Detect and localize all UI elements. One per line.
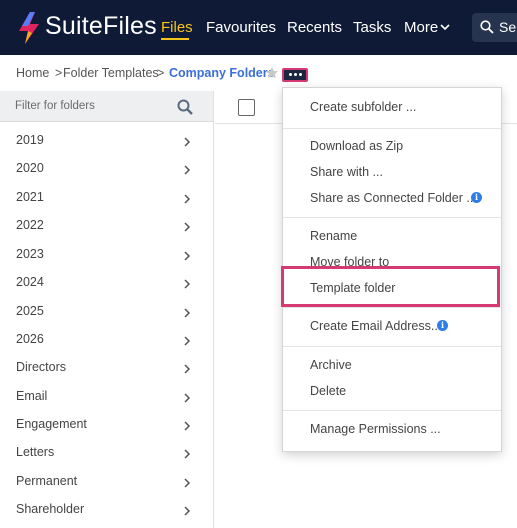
folder-label: 2026 bbox=[16, 332, 44, 346]
menu-item-share-connected-folder[interactable]: Share as Connected Folder ... bbox=[310, 191, 477, 205]
nav-files[interactable]: Files bbox=[161, 19, 193, 36]
sidebar-folder-item[interactable]: 2022 bbox=[0, 215, 213, 243]
menu-item-create-email-address[interactable]: Create Email Address... bbox=[310, 319, 441, 333]
menu-divider bbox=[283, 217, 501, 218]
info-icon[interactable]: i bbox=[471, 192, 482, 203]
folder-label: 2025 bbox=[16, 304, 44, 318]
menu-item-archive[interactable]: Archive bbox=[310, 358, 352, 372]
breadcrumb-home[interactable]: Home bbox=[16, 66, 49, 80]
menu-divider bbox=[283, 307, 501, 308]
folder-label: Permanent bbox=[16, 474, 78, 488]
folder-label: 2023 bbox=[16, 247, 44, 261]
chevron-right-icon bbox=[184, 137, 191, 147]
sidebar-folder-item[interactable]: 2025 bbox=[0, 301, 213, 329]
chevron-right-icon bbox=[184, 506, 191, 516]
menu-divider bbox=[283, 346, 501, 347]
breadcrumb-separator: > bbox=[55, 66, 63, 80]
folder-label: Directors bbox=[16, 360, 67, 374]
folder-label: 2019 bbox=[16, 133, 44, 147]
chevron-right-icon bbox=[184, 364, 191, 374]
chevron-right-icon bbox=[184, 194, 191, 204]
sidebar-folder-item[interactable]: Letters bbox=[0, 442, 213, 470]
folder-label: 2020 bbox=[16, 161, 44, 175]
folder-filter-placeholder: Filter for folders bbox=[15, 100, 95, 112]
sidebar-folder-item[interactable]: 2026 bbox=[0, 329, 213, 357]
template-folder-highlight bbox=[281, 266, 500, 307]
ellipsis-icon bbox=[299, 73, 302, 76]
folder-actions-button[interactable] bbox=[282, 68, 308, 82]
menu-item-rename[interactable]: Rename bbox=[310, 229, 357, 243]
sidebar-folder-item[interactable]: 2019 bbox=[0, 130, 213, 158]
folder-label: 2022 bbox=[16, 218, 44, 232]
search-label: Se bbox=[499, 19, 517, 35]
chevron-right-icon bbox=[184, 336, 191, 346]
menu-divider bbox=[283, 128, 501, 129]
sidebar-folder-item[interactable]: 2020 bbox=[0, 158, 213, 186]
sidebar-folder-item[interactable]: Engagement bbox=[0, 414, 213, 442]
sidebar-folder-item[interactable]: 2021 bbox=[0, 187, 213, 215]
chevron-right-icon bbox=[184, 421, 191, 431]
info-icon[interactable]: i bbox=[437, 320, 448, 331]
chevron-right-icon bbox=[184, 165, 191, 175]
folder-label: 2024 bbox=[16, 275, 44, 289]
folder-label: Letters bbox=[16, 445, 55, 459]
ellipsis-icon bbox=[294, 73, 297, 76]
folder-filter-input[interactable]: Filter for folders bbox=[0, 91, 213, 122]
select-all-checkbox[interactable] bbox=[238, 99, 255, 116]
folder-label: Engagement bbox=[16, 417, 87, 431]
brand-name[interactable]: SuiteFiles bbox=[45, 12, 157, 41]
breadcrumb-current-folder[interactable]: Company Folders bbox=[169, 66, 275, 80]
nav-more[interactable]: More bbox=[404, 19, 438, 36]
sidebar-folder-item[interactable]: Permanent bbox=[0, 471, 213, 499]
sidebar-folder-item[interactable]: Directors bbox=[0, 357, 213, 385]
nav-favourites[interactable]: Favourites bbox=[206, 19, 276, 36]
sidebar-folder-item[interactable]: Email bbox=[0, 386, 213, 414]
chevron-right-icon bbox=[184, 393, 191, 403]
folder-label: Email bbox=[16, 389, 48, 403]
chevron-right-icon bbox=[184, 279, 191, 289]
menu-divider bbox=[283, 410, 501, 411]
menu-item-share-with[interactable]: Share with ... bbox=[310, 165, 383, 179]
sidebar-folder-item[interactable]: Shareholder bbox=[0, 499, 213, 527]
star-icon[interactable] bbox=[265, 66, 279, 80]
chevron-right-icon bbox=[184, 251, 191, 261]
folder-sidebar: Filter for folders 2019 2020 2021 2022 2… bbox=[0, 91, 214, 528]
sidebar-folder-item[interactable]: 2023 bbox=[0, 244, 213, 272]
folder-label: Shareholder bbox=[16, 502, 85, 516]
search-icon[interactable] bbox=[177, 99, 193, 115]
chevron-right-icon bbox=[184, 222, 191, 232]
chevron-down-icon[interactable] bbox=[440, 22, 450, 32]
menu-item-delete[interactable]: Delete bbox=[310, 384, 346, 398]
suitefiles-logo-icon bbox=[19, 12, 39, 44]
menu-item-manage-permissions[interactable]: Manage Permissions ... bbox=[310, 422, 441, 436]
top-nav-bar: SuiteFiles Files Favourites Recents Task… bbox=[0, 0, 517, 55]
menu-item-download-zip[interactable]: Download as Zip bbox=[310, 139, 403, 153]
chevron-right-icon bbox=[184, 449, 191, 459]
search-button[interactable]: Se bbox=[472, 13, 517, 42]
chevron-right-icon bbox=[184, 308, 191, 318]
breadcrumb-folder-templates[interactable]: Folder Templates bbox=[63, 66, 159, 80]
sidebar-folder-item[interactable]: 2024 bbox=[0, 272, 213, 300]
menu-item-create-subfolder[interactable]: Create subfolder ... bbox=[310, 100, 416, 114]
chevron-right-icon bbox=[184, 478, 191, 488]
search-icon bbox=[480, 20, 494, 34]
nav-tasks[interactable]: Tasks bbox=[353, 19, 391, 36]
nav-files-active-underline bbox=[161, 38, 189, 40]
ellipsis-icon bbox=[289, 73, 292, 76]
folder-label: 2021 bbox=[16, 190, 44, 204]
breadcrumb-separator: > bbox=[157, 66, 165, 80]
nav-recents[interactable]: Recents bbox=[287, 19, 342, 36]
